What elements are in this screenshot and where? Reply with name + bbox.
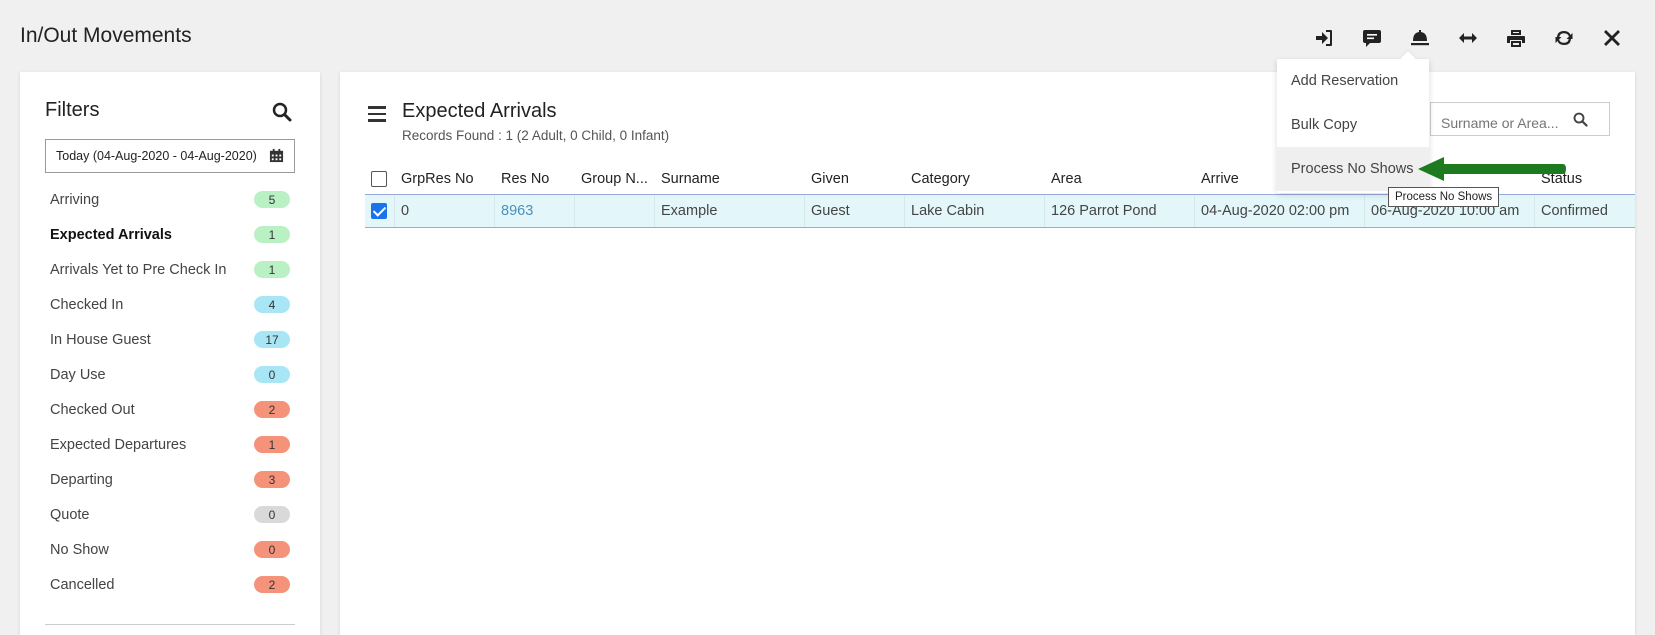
column-header[interactable]: Category — [905, 164, 1045, 194]
bell-dropdown-menu: Add Reservation Bulk Copy Process No Sho… — [1277, 59, 1429, 193]
menu-item-process-no-shows[interactable]: Process No Shows — [1277, 147, 1429, 191]
arrive-cell: 04-Aug-2020 02:00 pm — [1195, 195, 1365, 227]
arrows-h-icon[interactable] — [1444, 24, 1492, 52]
column-header[interactable]: Given — [805, 164, 905, 194]
filter-item-label: In House Guest — [50, 331, 151, 348]
menu-item-bulk-copy[interactable]: Bulk Copy — [1277, 103, 1429, 147]
bell-icon[interactable] — [1396, 24, 1444, 52]
count-badge: 0 — [254, 366, 290, 383]
arrow-annotation — [1418, 157, 1566, 181]
column-header[interactable]: Group N... — [575, 164, 655, 194]
filter-item-label: Departing — [50, 471, 113, 488]
filter-item[interactable]: Checked In 4 — [20, 287, 320, 322]
search-icon[interactable] — [1573, 112, 1588, 127]
filter-item-label: Checked In — [50, 296, 124, 313]
category-cell: Lake Cabin — [905, 195, 1045, 227]
filter-item[interactable]: No Show 0 — [20, 532, 320, 567]
filter-item[interactable]: Day Use 0 — [20, 357, 320, 392]
divider — [45, 624, 295, 625]
filter-item-label: Checked Out — [50, 401, 135, 418]
groupname-cell — [575, 195, 655, 227]
filter-item[interactable]: Departing 3 — [20, 462, 320, 497]
grpres-cell: 0 — [395, 195, 495, 227]
toolbar — [1300, 24, 1636, 52]
count-badge: 2 — [254, 576, 290, 593]
date-range-value: Today (04-Aug-2020 - 04-Aug-2020) — [56, 149, 257, 163]
search-icon[interactable] — [272, 102, 292, 122]
filter-item-label: Arriving — [50, 191, 100, 208]
menu-icon[interactable] — [368, 106, 386, 122]
date-range-field[interactable]: Today (04-Aug-2020 - 04-Aug-2020) — [45, 139, 295, 173]
refresh-icon[interactable] — [1540, 24, 1588, 52]
count-badge: 1 — [254, 261, 290, 278]
filters-title: Filters — [45, 99, 100, 121]
count-badge: 0 — [254, 506, 290, 523]
filter-item-label: Arrivals Yet to Pre Check In — [50, 261, 227, 278]
filter-item[interactable]: Arrivals Yet to Pre Check In 1 — [20, 252, 320, 287]
records-found: Records Found : 1 (2 Adult, 0 Child, 0 I… — [402, 128, 670, 143]
filter-item[interactable]: Cancelled 2 — [20, 567, 320, 602]
filter-item[interactable]: Expected Arrivals 1 — [20, 217, 320, 252]
filter-item[interactable]: Arriving 5 — [20, 182, 320, 217]
count-badge: 1 — [254, 226, 290, 243]
column-header[interactable]: GrpRes No — [395, 164, 495, 194]
filter-item[interactable]: In House Guest 17 — [20, 322, 320, 357]
count-badge: 0 — [254, 541, 290, 558]
count-badge: 1 — [254, 436, 290, 453]
page-title: In/Out Movements — [20, 24, 192, 47]
filter-item[interactable]: Checked Out 2 — [20, 392, 320, 427]
tooltip: Process No Shows — [1388, 187, 1500, 207]
column-header[interactable]: Area — [1045, 164, 1195, 194]
print-icon[interactable] — [1492, 24, 1540, 52]
filter-item[interactable]: Quote 0 — [20, 497, 320, 532]
filter-item-label: No Show — [50, 541, 109, 558]
area-cell: 126 Parrot Pond — [1045, 195, 1195, 227]
filter-item-label: Cancelled — [50, 576, 115, 593]
filter-item-label: Expected Arrivals — [50, 226, 172, 243]
count-badge: 4 — [254, 296, 290, 313]
filter-item-label: Quote — [50, 506, 90, 523]
count-badge: 3 — [254, 471, 290, 488]
comment-icon[interactable] — [1348, 24, 1396, 52]
filter-list: Arriving 5 Expected Arrivals 1 Arrivals Yet … — [20, 182, 320, 602]
surname-cell: Example — [655, 195, 805, 227]
row-checkbox[interactable] — [365, 195, 395, 227]
count-badge: 17 — [254, 331, 290, 348]
calendar-icon — [269, 148, 284, 163]
filter-item[interactable]: Expected Departures 1 — [20, 427, 320, 462]
given-cell: Guest — [805, 195, 905, 227]
column-header[interactable]: Res No — [495, 164, 575, 194]
resno-link[interactable]: 8963 — [495, 195, 575, 227]
menu-item-add-reservation[interactable]: Add Reservation — [1277, 59, 1429, 103]
count-badge: 5 — [254, 191, 290, 208]
section-title: Expected Arrivals — [402, 100, 557, 122]
count-badge: 2 — [254, 401, 290, 418]
close-icon[interactable] — [1588, 24, 1636, 52]
filter-item-label: Expected Departures — [50, 436, 187, 453]
select-all-checkbox[interactable] — [365, 164, 395, 194]
status-cell: Confirmed — [1541, 203, 1608, 219]
sign-in-icon[interactable] — [1300, 24, 1348, 52]
column-header[interactable]: Surname — [655, 164, 805, 194]
filter-item-label: Day Use — [50, 366, 106, 383]
filters-panel: Filters Today (04-Aug-2020 - 04-Aug-2020… — [20, 72, 320, 635]
